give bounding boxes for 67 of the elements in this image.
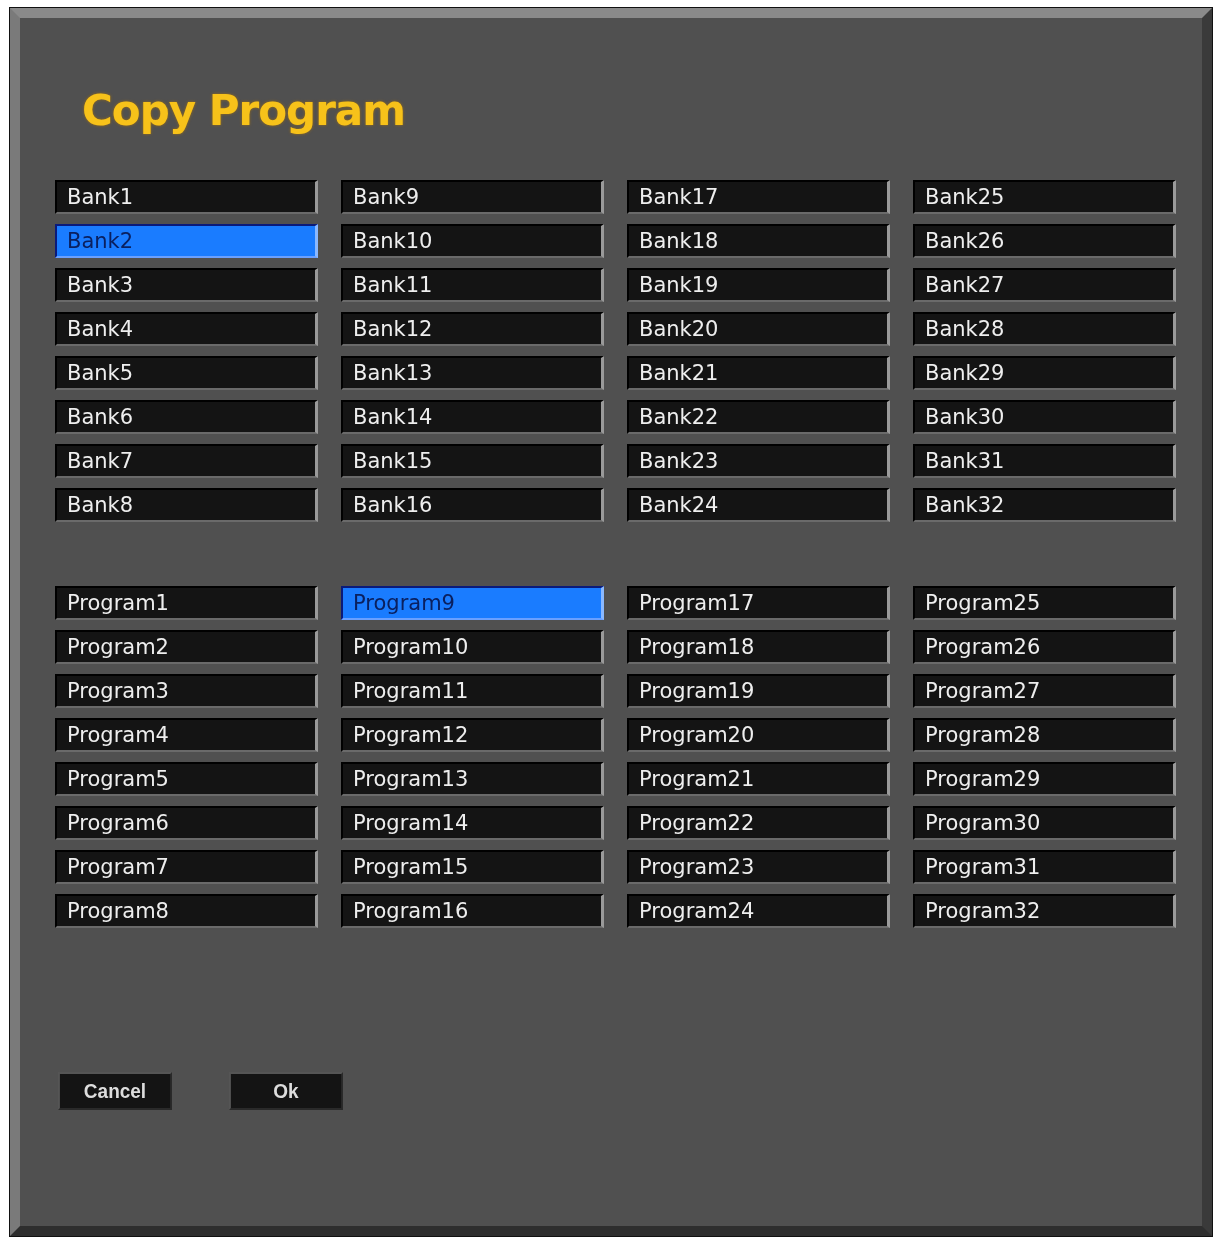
bank-item[interactable]: Bank2 — [55, 224, 318, 258]
program-item[interactable]: Program9 — [341, 586, 604, 620]
bank-item[interactable]: Bank28 — [913, 312, 1176, 346]
program-item[interactable]: Program25 — [913, 586, 1176, 620]
program-item[interactable]: Program20 — [627, 718, 890, 752]
bank-item[interactable]: Bank20 — [627, 312, 890, 346]
bank-item[interactable]: Bank31 — [913, 444, 1176, 478]
bank-item[interactable]: Bank27 — [913, 268, 1176, 302]
program-item[interactable]: Program24 — [627, 894, 890, 928]
program-item[interactable]: Program19 — [627, 674, 890, 708]
bank-item[interactable]: Bank4 — [55, 312, 318, 346]
program-item[interactable]: Program8 — [55, 894, 318, 928]
program-item[interactable]: Program18 — [627, 630, 890, 664]
program-item[interactable]: Program14 — [341, 806, 604, 840]
program-item[interactable]: Program28 — [913, 718, 1176, 752]
program-item[interactable]: Program32 — [913, 894, 1176, 928]
program-item[interactable]: Program2 — [55, 630, 318, 664]
program-item[interactable]: Program10 — [341, 630, 604, 664]
bank-item[interactable]: Bank32 — [913, 488, 1176, 522]
program-item[interactable]: Program29 — [913, 762, 1176, 796]
program-item[interactable]: Program30 — [913, 806, 1176, 840]
window-title: Copy Program — [82, 86, 406, 136]
bank-item[interactable]: Bank30 — [913, 400, 1176, 434]
bank-item[interactable]: Bank5 — [55, 356, 318, 390]
bank-item[interactable]: Bank15 — [341, 444, 604, 478]
bank-item[interactable]: Bank6 — [55, 400, 318, 434]
bank-item[interactable]: Bank18 — [627, 224, 890, 258]
program-item[interactable]: Program15 — [341, 850, 604, 884]
program-item[interactable]: Program17 — [627, 586, 890, 620]
program-item[interactable]: Program21 — [627, 762, 890, 796]
bank-item[interactable]: Bank22 — [627, 400, 890, 434]
bank-item[interactable]: Bank12 — [341, 312, 604, 346]
bank-item[interactable]: Bank8 — [55, 488, 318, 522]
bank-item[interactable]: Bank7 — [55, 444, 318, 478]
program-item[interactable]: Program31 — [913, 850, 1176, 884]
bank-item[interactable]: Bank13 — [341, 356, 604, 390]
program-item[interactable]: Program23 — [627, 850, 890, 884]
program-item[interactable]: Program13 — [341, 762, 604, 796]
bank-item[interactable]: Bank16 — [341, 488, 604, 522]
bank-item[interactable]: Bank11 — [341, 268, 604, 302]
bank-item[interactable]: Bank1 — [55, 180, 318, 214]
program-item[interactable]: Program16 — [341, 894, 604, 928]
bank-item[interactable]: Bank26 — [913, 224, 1176, 258]
bank-item[interactable]: Bank17 — [627, 180, 890, 214]
bank-item[interactable]: Bank25 — [913, 180, 1176, 214]
program-item[interactable]: Program6 — [55, 806, 318, 840]
cancel-button[interactable]: Cancel — [58, 1072, 172, 1110]
program-item[interactable]: Program12 — [341, 718, 604, 752]
program-item[interactable]: Program22 — [627, 806, 890, 840]
bank-item[interactable]: Bank10 — [341, 224, 604, 258]
ok-button[interactable]: Ok — [229, 1072, 343, 1110]
program-item[interactable]: Program7 — [55, 850, 318, 884]
program-item[interactable]: Program27 — [913, 674, 1176, 708]
program-item[interactable]: Program11 — [341, 674, 604, 708]
program-item[interactable]: Program1 — [55, 586, 318, 620]
bank-item[interactable]: Bank29 — [913, 356, 1176, 390]
bank-item[interactable]: Bank14 — [341, 400, 604, 434]
bank-item[interactable]: Bank9 — [341, 180, 604, 214]
program-item[interactable]: Program26 — [913, 630, 1176, 664]
bank-item[interactable]: Bank19 — [627, 268, 890, 302]
bank-item[interactable]: Bank3 — [55, 268, 318, 302]
bank-item[interactable]: Bank23 — [627, 444, 890, 478]
bank-item[interactable]: Bank21 — [627, 356, 890, 390]
bank-item[interactable]: Bank24 — [627, 488, 890, 522]
program-item[interactable]: Program5 — [55, 762, 318, 796]
program-item[interactable]: Program3 — [55, 674, 318, 708]
program-item[interactable]: Program4 — [55, 718, 318, 752]
